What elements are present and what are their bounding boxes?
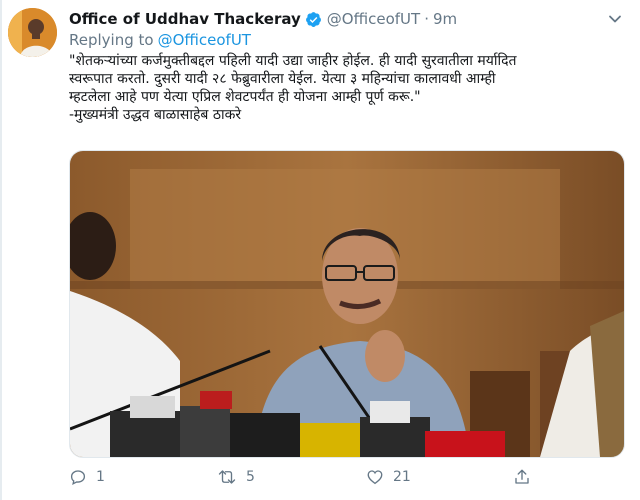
like-button[interactable]: 21 [366, 468, 411, 486]
tweet-actions: 1 5 21 [69, 468, 629, 492]
chevron-down-icon[interactable] [606, 10, 624, 28]
share-button[interactable] [513, 468, 531, 486]
reply-icon [69, 468, 87, 486]
separator-dot: · [424, 10, 429, 28]
like-count: 21 [393, 469, 411, 485]
replying-to-label: Replying to [69, 31, 154, 49]
author-name[interactable]: Office of Uddhav Thackeray [69, 10, 301, 28]
reply-count: 1 [96, 469, 105, 485]
tweet-text: "शेतकऱ्यांच्या कर्जमुक्तीबद्दल पहिली याद… [69, 52, 629, 124]
author-handle[interactable]: @OfficeofUT [327, 10, 420, 28]
tweet[interactable]: Office of Uddhav Thackeray @OfficeofUT ·… [0, 0, 640, 500]
retweet-count: 5 [246, 469, 255, 485]
share-icon [513, 468, 531, 486]
avatar[interactable] [8, 8, 57, 57]
heart-icon [366, 468, 384, 486]
retweet-icon [217, 468, 237, 486]
verified-badge-icon [305, 11, 322, 28]
tweet-text-line: स्वरूपात करतो. दुसरी यादी २८ फेब्रुवारील… [69, 71, 496, 87]
timeline-divider [0, 0, 2, 500]
timestamp[interactable]: 9m [433, 10, 457, 28]
tweet-text-line: म्हटलेला आहे पण येत्या एप्रिल शेवटपर्यंत… [69, 89, 421, 105]
retweet-button[interactable]: 5 [217, 468, 255, 486]
tweet-text-line: "शेतकऱ्यांच्या कर्जमुक्तीबद्दल पहिली याद… [69, 53, 517, 69]
tweet-photo[interactable] [69, 150, 625, 458]
tweet-header: Office of Uddhav Thackeray @OfficeofUT ·… [69, 8, 457, 30]
replying-to-mention[interactable]: @OfficeofUT [158, 31, 251, 49]
tweet-text-line: -मुख्यमंत्री उद्धव बाळासाहेब ठाकरे [69, 107, 242, 123]
reply-button[interactable]: 1 [69, 468, 105, 486]
replying-to: Replying to @OfficeofUT [69, 31, 251, 49]
